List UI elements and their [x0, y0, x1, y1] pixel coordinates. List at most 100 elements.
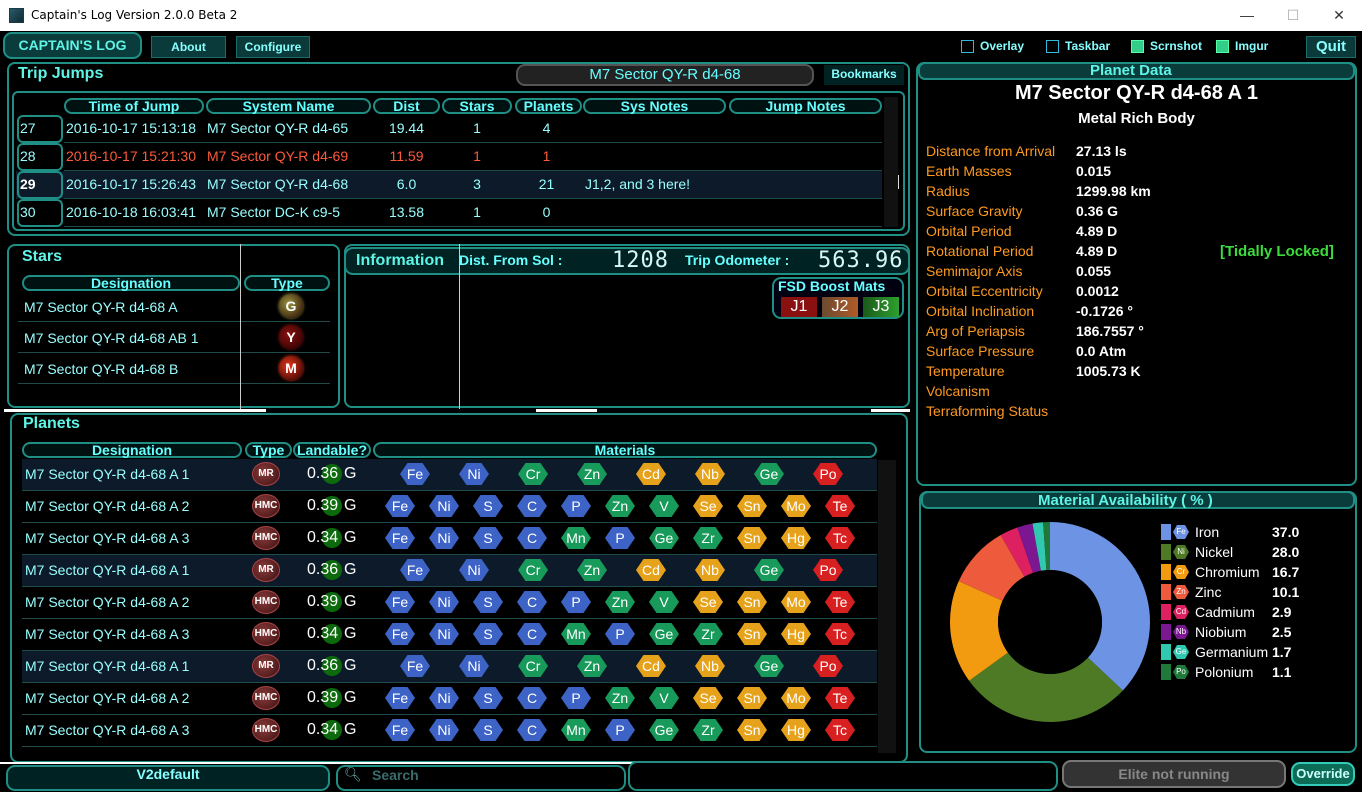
planet-class: Metal Rich Body: [1078, 110, 1195, 127]
status-field: Elite not running: [1062, 760, 1286, 788]
minimize-button[interactable]: —: [1224, 3, 1270, 27]
toggle-taskbar-checkbox[interactable]: [1046, 40, 1059, 53]
planet-row[interactable]: [22, 491, 877, 522]
trip-col-2[interactable]: Dist: [373, 98, 440, 114]
planet-row-sep: [22, 746, 877, 747]
legend-value: 10.1: [1272, 584, 1300, 600]
legend-swatch: [1161, 664, 1171, 680]
toggle-imgur-label: Imgur: [1235, 39, 1269, 53]
planets-col-type: Type: [245, 442, 292, 458]
stars-title: Stars: [22, 248, 63, 265]
bookmarks-button[interactable]: Bookmarks: [824, 65, 904, 85]
star-row[interactable]: [18, 323, 330, 353]
legend-swatch: [1161, 544, 1171, 560]
legend-value: 2.9: [1272, 604, 1292, 620]
trip-col-6[interactable]: Jump Notes: [729, 98, 882, 114]
fsd-j2: J2: [822, 297, 858, 317]
app-icon: [9, 8, 24, 23]
legend-label: Germanium: [1195, 644, 1269, 660]
configure-button[interactable]: Configure: [236, 36, 310, 58]
legend-value: 1.7: [1272, 644, 1292, 660]
planet-field-label: Distance from Arrival: [926, 143, 1056, 159]
fsd-j1: J1: [781, 297, 817, 317]
planet-field-value: 4.89 D: [1076, 243, 1118, 259]
planet-field-label: Surface Pressure: [926, 343, 1035, 359]
legend-label: Chromium: [1195, 564, 1260, 580]
separator-mid: [536, 409, 597, 412]
trip-scrollbar[interactable]: [884, 97, 898, 227]
trip-col-3[interactable]: Stars: [442, 98, 512, 114]
trip-jumps-title: Trip Jumps: [18, 65, 104, 82]
override-button[interactable]: Override: [1291, 762, 1355, 786]
legend-swatch: [1161, 624, 1171, 640]
planet-name: M7 Sector QY-R d4-68 A 1: [1014, 82, 1259, 104]
dist-from-sol-value: 1208: [612, 248, 669, 273]
fsd-j3: J3: [863, 297, 899, 317]
planet-field-value: 0.055: [1076, 263, 1112, 279]
window-titlebar: Captain's Log Version 2.0.0 Beta 2 — ☐ ✕: [0, 0, 1362, 31]
planets-col-materials: Materials: [373, 442, 877, 458]
planet-row[interactable]: [22, 587, 877, 618]
planet-field-label: Orbital Inclination: [926, 303, 1035, 319]
trip-col-5[interactable]: Sys Notes: [583, 98, 726, 114]
about-button[interactable]: About: [151, 36, 226, 58]
planet-field-value: 27.13 ls: [1076, 143, 1127, 159]
planet-row[interactable]: [22, 523, 877, 554]
search-input[interactable]: Search: [372, 767, 419, 783]
quit-button[interactable]: Quit: [1306, 36, 1356, 58]
planet-field-label: Semimajor Axis: [926, 263, 1023, 279]
planet-field-value: 1005.73 K: [1076, 363, 1141, 379]
legend-label: Cadmium: [1195, 604, 1255, 620]
profile-field[interactable]: V2default: [6, 765, 330, 791]
toggle-taskbar-label: Taskbar: [1065, 39, 1111, 53]
planets-scrollbar[interactable]: [878, 460, 896, 753]
trip-row[interactable]: [16, 171, 882, 199]
dist-from-sol-label: Dist. From Sol :: [459, 252, 563, 268]
toggle-scrnshot-checkbox[interactable]: [1131, 40, 1144, 53]
planet-row[interactable]: [22, 619, 877, 650]
stars-col-type: Type: [244, 275, 330, 291]
trip-col-0[interactable]: Time of Jump: [64, 98, 204, 114]
planet-field-value: 0.36 G: [1076, 203, 1119, 219]
planet-field-label: Temperature: [926, 363, 1005, 379]
trip-row[interactable]: [16, 199, 882, 227]
star-row[interactable]: [18, 354, 330, 384]
pie-center-hole: [998, 570, 1102, 674]
legend-label: Zinc: [1195, 584, 1222, 600]
current-system-field[interactable]: M7 Sector QY-R d4-68: [516, 64, 814, 86]
planet-row[interactable]: [22, 459, 877, 490]
toggle-overlay-checkbox[interactable]: [961, 40, 974, 53]
maximize-button[interactable]: ☐: [1270, 3, 1316, 27]
trip-odometer-value: 563.96: [818, 248, 904, 273]
legend-label: Nickel: [1195, 544, 1234, 560]
toggle-imgur-checkbox[interactable]: [1216, 40, 1229, 53]
planets-title: Planets: [23, 415, 80, 432]
planet-field-label: Arg of Periapsis: [926, 323, 1025, 339]
legend-label: Iron: [1195, 524, 1220, 540]
legend-swatch: [1161, 644, 1171, 660]
planet-field-value: 0.0 Atm: [1076, 343, 1127, 359]
legend-value: 2.5: [1272, 624, 1292, 640]
planet-row[interactable]: [22, 683, 877, 714]
planet-field-label: Radius: [926, 183, 970, 199]
planet-field-label: Terraforming Status: [926, 403, 1049, 419]
trip-row[interactable]: [16, 143, 882, 171]
fsd-boost-title: FSD Boost Mats: [778, 278, 886, 294]
close-button[interactable]: ✕: [1316, 3, 1362, 27]
star-row[interactable]: [18, 292, 330, 322]
planet-field-label: Surface Gravity: [926, 203, 1023, 219]
trip-row[interactable]: [16, 115, 882, 143]
toggle-overlay-label: Overlay: [980, 39, 1025, 53]
trip-col-1[interactable]: System Name: [206, 98, 371, 114]
planet-field-value: 0.0012: [1076, 283, 1119, 299]
trip-col-4[interactable]: Planets: [515, 98, 582, 114]
legend-value: 37.0: [1272, 524, 1300, 540]
search-icon: 🔍︎: [344, 766, 362, 782]
planet-data-title: Planet Data: [1090, 62, 1172, 79]
planet-row[interactable]: [22, 651, 877, 682]
legend-swatch: [1161, 564, 1171, 580]
planet-field-label: Orbital Period: [926, 223, 1012, 239]
separator-right: [871, 409, 910, 412]
planet-row[interactable]: [22, 555, 877, 586]
planet-row[interactable]: [22, 715, 877, 746]
